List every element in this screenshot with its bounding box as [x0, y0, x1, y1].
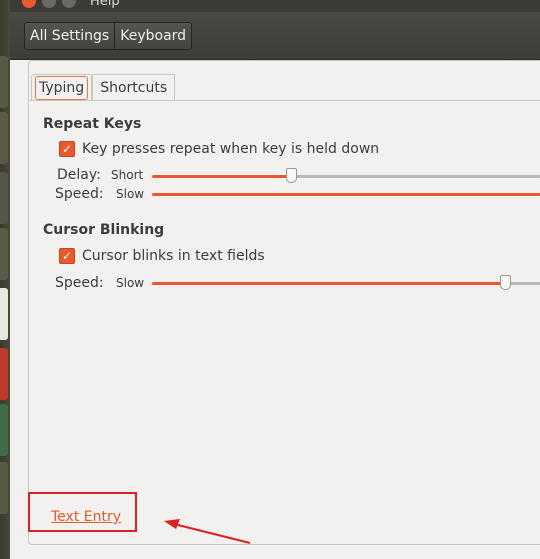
blink-speed-slider[interactable] [152, 275, 540, 290]
minimize-icon[interactable] [42, 0, 56, 8]
tab-typing[interactable]: Typing [31, 74, 93, 101]
keyboard-breadcrumb-button[interactable]: Keyboard [114, 23, 191, 49]
tab-typing-label: Typing [35, 76, 89, 100]
blink-speed-min-label: Slow [116, 276, 145, 290]
toolbar: All Settings Keyboard [10, 12, 540, 60]
delay-slider-handle[interactable] [286, 168, 297, 183]
launcher-item[interactable] [0, 404, 8, 456]
launcher-item[interactable] [0, 172, 8, 224]
settings-panel: Typing Shortcuts Repeat Keys ✓ Key press… [28, 60, 540, 545]
cursor-blinks-checkbox[interactable]: ✓ [59, 248, 75, 264]
delay-label: Delay: [57, 167, 101, 183]
close-icon[interactable] [22, 0, 36, 8]
breadcrumb: All Settings Keyboard [24, 22, 193, 50]
window-titlebar: Help [10, 0, 540, 12]
maximize-icon[interactable] [62, 0, 76, 8]
cursor-blinking-heading: Cursor Blinking [43, 222, 165, 238]
launcher-item[interactable] [0, 112, 8, 164]
blink-speed-label: Speed: [55, 275, 104, 291]
repeat-keys-row: ✓ Key presses repeat when key is held do… [59, 141, 379, 157]
annotation-highlight-box [28, 492, 137, 532]
cursor-blinks-row: ✓ Cursor blinks in text fields [59, 248, 265, 264]
tab-shortcuts[interactable]: Shortcuts [92, 74, 176, 101]
repeat-keys-checkbox[interactable]: ✓ [59, 141, 75, 157]
delay-slider-track [292, 175, 540, 178]
launcher-item[interactable] [0, 462, 8, 514]
blink-speed-slider-handle[interactable] [500, 275, 511, 290]
repeat-speed-slider[interactable] [152, 193, 540, 196]
launcher-item-active[interactable] [0, 348, 8, 400]
tab-divider [29, 100, 540, 101]
repeat-keys-heading: Repeat Keys [43, 116, 142, 132]
blink-speed-slider-fill [152, 282, 505, 285]
delay-min-label: Short [111, 168, 144, 182]
launcher-item[interactable] [0, 288, 8, 340]
launcher-item[interactable] [0, 228, 8, 280]
repeat-speed-label: Speed: [55, 186, 104, 202]
delay-slider-fill [152, 175, 292, 178]
tab-bar: Typing Shortcuts [31, 74, 176, 101]
window-title: Help [90, 0, 120, 9]
delay-slider[interactable] [152, 168, 540, 183]
repeat-keys-checkbox-label: Key presses repeat when key is held down [82, 141, 380, 157]
all-settings-button[interactable]: All Settings [25, 23, 114, 49]
repeat-speed-slider-fill [152, 193, 540, 196]
repeat-speed-min-label: Slow [116, 187, 145, 201]
launcher-item[interactable] [0, 56, 8, 108]
unity-launcher [0, 0, 10, 559]
cursor-blinks-checkbox-label: Cursor blinks in text fields [82, 248, 265, 264]
annotation-arrow-icon [164, 519, 251, 544]
